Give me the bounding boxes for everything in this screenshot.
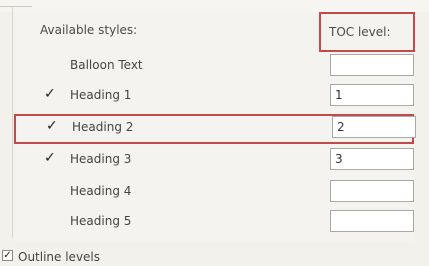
outline-levels-option[interactable]: ✓ Outline levels: [0, 248, 200, 266]
check-icon: ✓: [46, 118, 58, 134]
toc-level-input[interactable]: [332, 116, 416, 138]
styles-panel: Available styles: TOC level: Balloon Tex…: [14, 12, 416, 242]
style-name: Heading 1: [70, 88, 132, 102]
group-frame-fragment: [0, 0, 32, 7]
toc-level-label: TOC level:: [329, 25, 391, 39]
toc-level-input[interactable]: [330, 54, 414, 76]
check-icon: [44, 56, 58, 72]
toc-level-header: TOC level:: [319, 12, 415, 52]
top-strip: [0, 0, 429, 12]
available-styles-label: Available styles:: [40, 23, 138, 37]
style-row-heading-2[interactable]: ✓ Heading 2: [14, 114, 416, 144]
style-name: Balloon Text: [70, 58, 143, 72]
style-row-balloon-text[interactable]: Balloon Text: [14, 52, 414, 82]
outline-levels-checkbox[interactable]: ✓: [2, 250, 13, 261]
check-icon: ✓: [44, 150, 56, 166]
style-name: Heading 4: [70, 184, 132, 198]
style-row-heading-1[interactable]: ✓ Heading 1: [14, 82, 414, 112]
toc-level-input[interactable]: [330, 148, 414, 170]
group-divider: [12, 6, 13, 238]
check-icon: [44, 182, 58, 198]
style-row-heading-4[interactable]: Heading 4: [14, 178, 414, 208]
style-row-heading-3[interactable]: ✓ Heading 3: [14, 146, 414, 176]
toc-level-input[interactable]: [330, 84, 414, 106]
outline-levels-label: Outline levels: [18, 250, 101, 264]
style-name: Heading 3: [70, 152, 132, 166]
check-icon: ✓: [44, 86, 56, 102]
toc-level-input[interactable]: [330, 180, 414, 202]
style-row-heading-5[interactable]: Heading 5: [14, 208, 414, 238]
toc-level-input[interactable]: [330, 210, 414, 232]
style-name: Heading 5: [70, 214, 132, 228]
style-name: Heading 2: [72, 120, 134, 134]
check-icon: [44, 212, 58, 228]
